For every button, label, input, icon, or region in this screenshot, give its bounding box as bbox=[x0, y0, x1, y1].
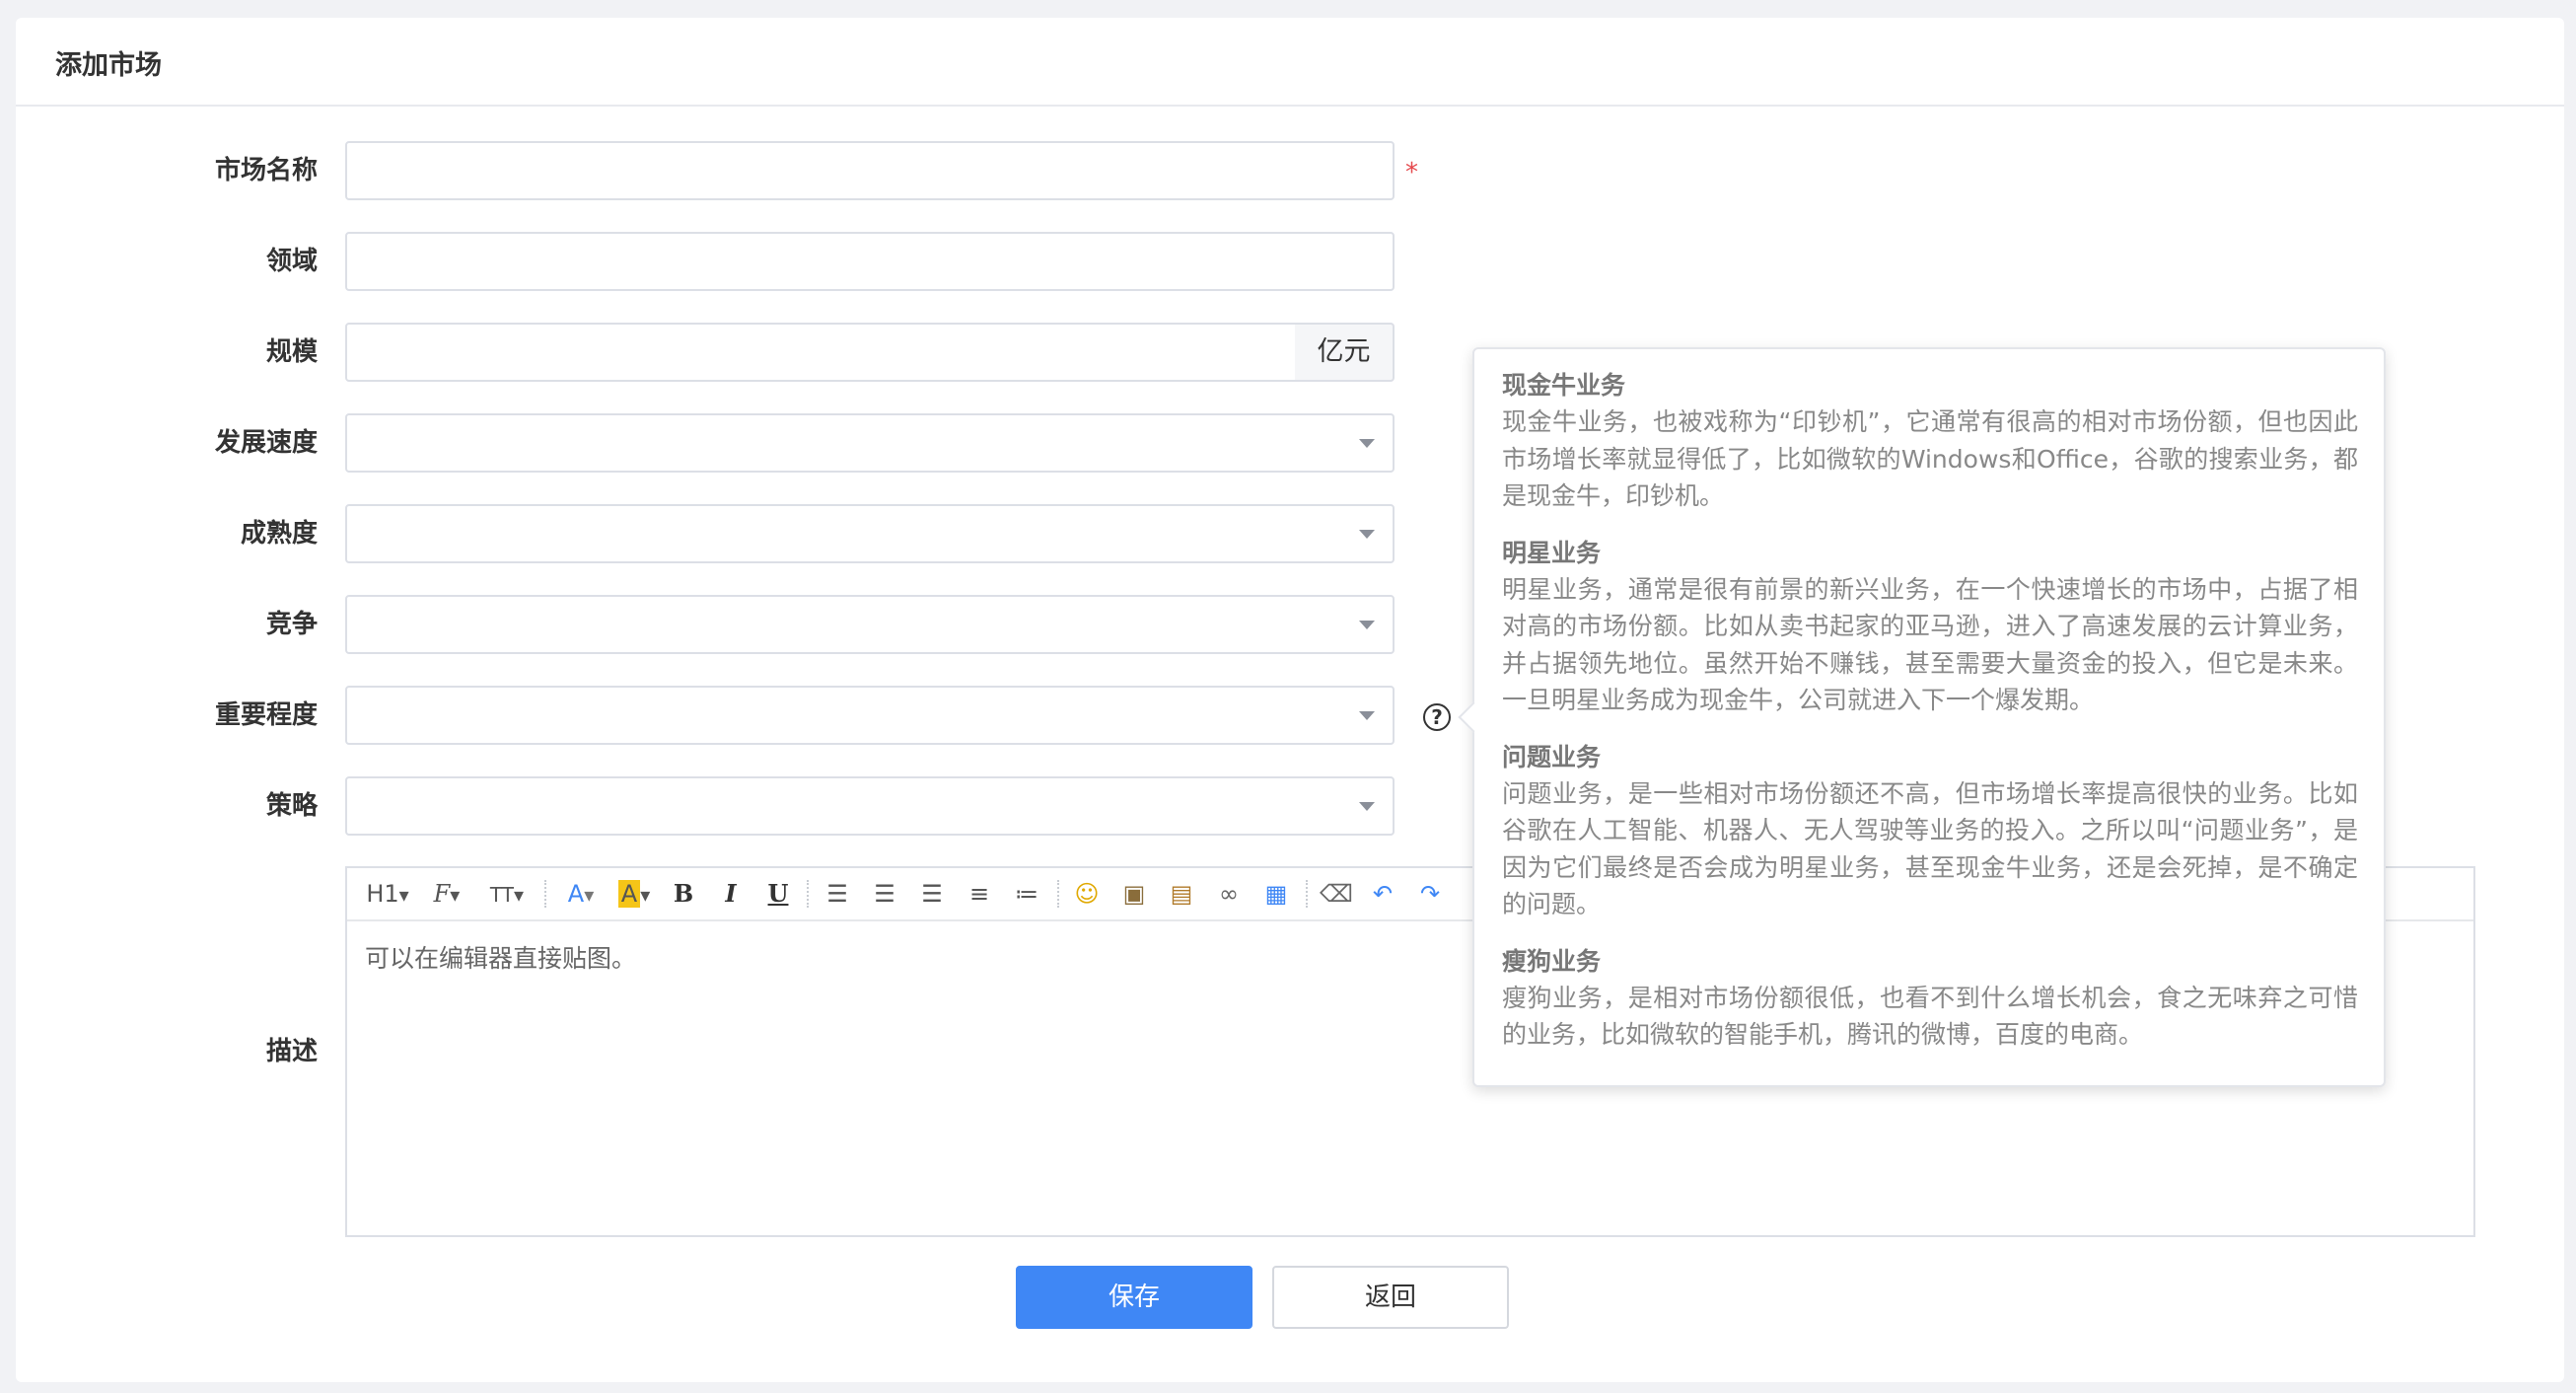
underline-button[interactable]: U bbox=[765, 878, 791, 910]
strategy-label: 策略 bbox=[265, 791, 318, 821]
scale-label: 规模 bbox=[265, 337, 318, 367]
growth-label: 发展速度 bbox=[214, 428, 318, 458]
tooltip-section-text: 现金牛业务，也被戏称为“印钞机”，它通常有很高的相对市场份额，但也因此市场增长率… bbox=[1502, 407, 2358, 510]
tooltip-section-text: 明星业务，通常是很有前景的新兴业务，在一个快速增长的市场中，占据了相对高的市场份… bbox=[1502, 574, 2358, 715]
domain-input[interactable] bbox=[345, 232, 1395, 291]
competition-select[interactable] bbox=[345, 595, 1395, 654]
toolbar-divider bbox=[544, 880, 547, 908]
description-label: 描述 bbox=[265, 1037, 318, 1066]
highlight-button[interactable]: A ▾ bbox=[615, 878, 653, 910]
heading-label: H1 bbox=[366, 880, 399, 908]
tooltip-section-title: 现金牛业务 bbox=[1502, 371, 1626, 400]
chevron-down-icon bbox=[1359, 711, 1375, 720]
font-family-button[interactable]: F▾ bbox=[428, 878, 465, 910]
market-name-label: 市场名称 bbox=[214, 156, 318, 185]
tooltip-section-text: 瘦狗业务，是相对市场份额很低，也看不到什么增长机会，食之无味弃之可惜的业务，比如… bbox=[1502, 983, 2358, 1050]
eraser-icon[interactable]: ⌫ bbox=[1320, 878, 1353, 910]
page-title: 添加市场 bbox=[55, 50, 162, 81]
tooltip-section-title: 问题业务 bbox=[1502, 742, 1602, 771]
chevron-down-icon bbox=[1359, 439, 1375, 448]
toolbar-divider bbox=[1057, 880, 1060, 908]
importance-select[interactable] bbox=[345, 686, 1395, 745]
tooltip-section-text: 问题业务，是一些相对市场份额还不高，但市场增长率提高很快的业务。比如谷歌在人工智… bbox=[1502, 778, 2358, 919]
align-center-icon[interactable]: ☰ bbox=[870, 878, 899, 910]
font-size-label: TT bbox=[489, 883, 515, 907]
code-block-icon[interactable]: ▤ bbox=[1166, 878, 1197, 910]
tooltip-section-title: 明星业务 bbox=[1502, 538, 1602, 567]
bullet-list-icon[interactable]: ≔ bbox=[1012, 878, 1041, 910]
help-tooltip: 现金牛业务 现金牛业务，也被戏称为“印钞机”，它通常有很高的相对市场份额，但也因… bbox=[1458, 347, 2386, 1087]
scale-input[interactable] bbox=[345, 323, 1297, 382]
italic-button[interactable]: I bbox=[718, 878, 744, 910]
highlight-label: A bbox=[617, 880, 641, 908]
bold-button[interactable]: B bbox=[671, 878, 696, 910]
scale-unit-addon: 亿元 bbox=[1295, 323, 1395, 382]
link-icon[interactable]: ∞ bbox=[1213, 878, 1245, 910]
tooltip-section-question: 问题业务 问题业务，是一些相对市场份额还不高，但市场增长率提高很快的业务。比如谷… bbox=[1502, 739, 2358, 923]
font-size-button[interactable]: TT▾ bbox=[485, 878, 529, 910]
maturity-select[interactable] bbox=[345, 504, 1395, 563]
align-left-icon[interactable]: ☰ bbox=[823, 878, 852, 910]
emoji-icon[interactable]: ☺ bbox=[1071, 878, 1103, 910]
font-family-label: F bbox=[433, 880, 451, 908]
tooltip-section-star: 明星业务 明星业务，通常是很有前景的新兴业务，在一个快速增长的市场中，占据了相对… bbox=[1502, 535, 2358, 719]
editor-content[interactable]: 可以在编辑器直接贴图。 bbox=[365, 939, 636, 975]
tooltip-section-title: 瘦狗业务 bbox=[1502, 946, 1602, 976]
competition-label: 竞争 bbox=[265, 610, 318, 639]
ordered-list-icon[interactable]: ≡ bbox=[965, 878, 994, 910]
font-color-label: A bbox=[567, 880, 585, 908]
font-color-button[interactable]: A▾ bbox=[562, 878, 600, 910]
align-right-icon[interactable]: ☰ bbox=[917, 878, 947, 910]
panel-header: 添加市场 bbox=[16, 18, 2564, 107]
strategy-select[interactable] bbox=[345, 776, 1395, 836]
heading-button[interactable]: H1▾ bbox=[365, 878, 410, 910]
chevron-down-icon bbox=[1359, 621, 1375, 629]
growth-select[interactable] bbox=[345, 413, 1395, 473]
undo-icon[interactable]: ↶ bbox=[1367, 878, 1398, 910]
chevron-down-icon bbox=[1359, 530, 1375, 539]
save-button[interactable]: 保存 bbox=[1016, 1266, 1252, 1329]
table-icon[interactable]: ▦ bbox=[1260, 878, 1292, 910]
toolbar-divider bbox=[807, 880, 810, 908]
maturity-label: 成熟度 bbox=[240, 519, 318, 549]
image-icon[interactable]: ▣ bbox=[1118, 878, 1150, 910]
back-button[interactable]: 返回 bbox=[1272, 1266, 1509, 1329]
toolbar-divider bbox=[1306, 880, 1309, 908]
required-mark: * bbox=[1405, 158, 1418, 187]
tooltip-section-cash-cow: 现金牛业务 现金牛业务，也被戏称为“印钞机”，它通常有很高的相对市场份额，但也因… bbox=[1502, 367, 2358, 515]
help-icon[interactable]: ? bbox=[1423, 703, 1451, 731]
tooltip-section-dog: 瘦狗业务 瘦狗业务，是相对市场份额很低，也看不到什么增长机会，食之无味弃之可惜的… bbox=[1502, 943, 2358, 1054]
market-name-input[interactable] bbox=[345, 141, 1395, 200]
chevron-down-icon bbox=[1359, 802, 1375, 811]
redo-icon[interactable]: ↷ bbox=[1414, 878, 1446, 910]
domain-label: 领域 bbox=[265, 247, 318, 276]
importance-label: 重要程度 bbox=[214, 700, 318, 730]
